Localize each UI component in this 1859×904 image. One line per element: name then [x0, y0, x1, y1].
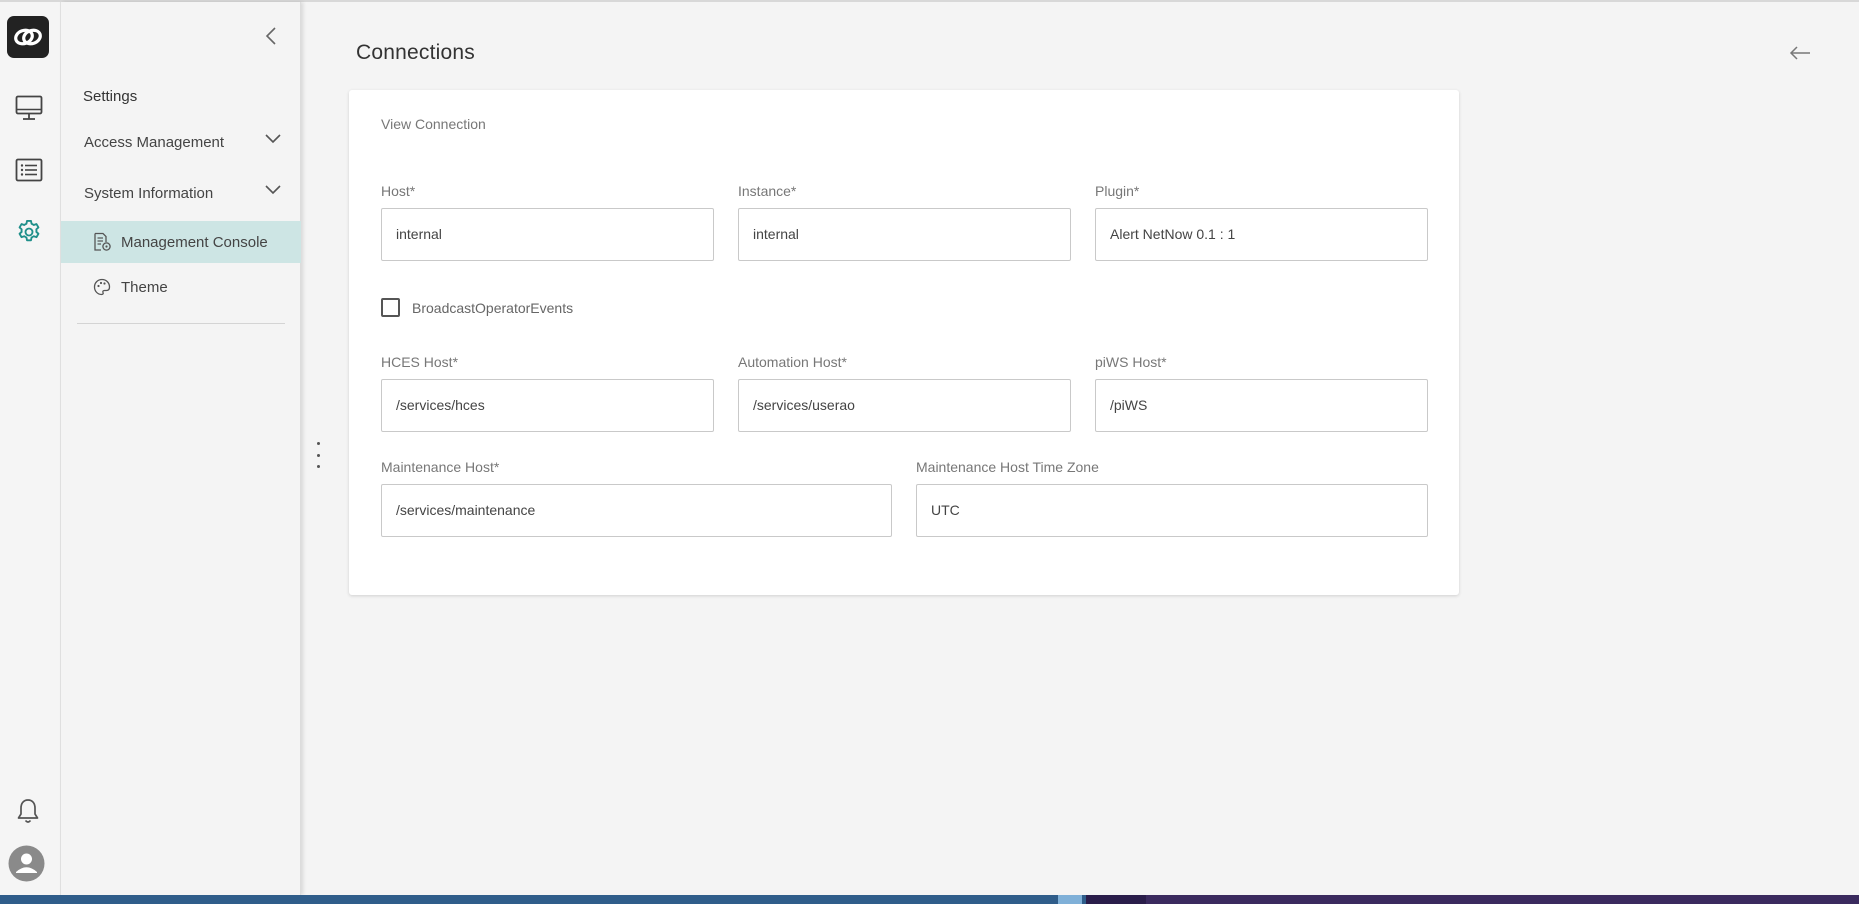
settings-panel: Settings Access Management System Inform…	[61, 2, 301, 895]
collapse-panel-button[interactable]	[259, 22, 283, 50]
bell-icon	[17, 799, 39, 823]
card-title: View Connection	[381, 116, 486, 132]
arrow-left-icon	[1789, 46, 1810, 60]
page-title: Connections	[356, 41, 475, 64]
list-icon	[15, 158, 43, 182]
broadcast-operator-events-toggle[interactable]: BroadcastOperatorEvents	[381, 298, 573, 317]
view-connection-card: View Connection Host* internal Instance*…	[349, 90, 1459, 595]
piws-host-label: piWS Host*	[1095, 354, 1167, 370]
taskbar-strip	[0, 895, 1859, 904]
taskbar-segment	[1086, 895, 1146, 904]
host-label: Host*	[381, 183, 416, 199]
back-button[interactable]	[1786, 40, 1814, 66]
plugin-input[interactable]: Alert NetNow 0.1 : 1	[1095, 208, 1428, 261]
piws-host-field: piWS Host* /piWS	[1095, 354, 1428, 432]
document-gear-icon	[91, 231, 113, 253]
rail-list-button[interactable]	[12, 153, 46, 187]
automation-host-input[interactable]: /services/userao	[738, 379, 1071, 432]
panel-title: Settings	[83, 88, 138, 105]
rail-notifications-button[interactable]	[11, 794, 45, 828]
host-field: Host* internal	[381, 183, 714, 261]
hces-host-label: HCES Host*	[381, 354, 459, 370]
chevron-down-icon	[265, 185, 281, 195]
automation-host-label: Automation Host*	[738, 354, 847, 370]
chevron-left-icon	[265, 27, 276, 45]
nav-group-label: System Information	[84, 184, 214, 202]
maintenance-host-input[interactable]: /services/maintenance	[381, 484, 892, 537]
broadcast-operator-events-checkbox[interactable]	[381, 298, 400, 317]
rail-settings-button[interactable]	[12, 215, 46, 249]
automation-host-field: Automation Host* /services/userao	[738, 354, 1071, 432]
maintenance-timezone-field: Maintenance Host Time Zone UTC	[916, 459, 1428, 537]
taskbar-segment	[1146, 895, 1859, 904]
nav-item-label: Theme	[121, 278, 168, 296]
app-window: Settings Access Management System Inform…	[0, 0, 1859, 904]
taskbar-segment	[1058, 895, 1082, 904]
nav-item-theme[interactable]: Theme	[61, 266, 301, 308]
hces-host-field: HCES Host* /services/hces	[381, 354, 714, 432]
host-input[interactable]: internal	[381, 208, 714, 261]
instance-field: Instance* internal	[738, 183, 1071, 261]
panel-resize-handle[interactable]	[312, 442, 324, 468]
nav-group-access-management[interactable]: Access Management	[61, 121, 301, 163]
logo-icon	[14, 28, 42, 46]
nav-item-label: Management Console	[121, 233, 268, 251]
gear-icon	[18, 219, 40, 242]
plugin-label: Plugin*	[1095, 183, 1140, 199]
plugin-field: Plugin* Alert NetNow 0.1 : 1	[1095, 183, 1428, 261]
maintenance-timezone-label: Maintenance Host Time Zone	[916, 459, 1099, 475]
panel-divider	[77, 323, 285, 324]
rail-user-button[interactable]	[8, 845, 45, 882]
hces-host-input[interactable]: /services/hces	[381, 379, 714, 432]
palette-icon	[91, 276, 113, 298]
maintenance-host-label: Maintenance Host*	[381, 459, 500, 475]
app-logo[interactable]	[7, 16, 49, 58]
maintenance-host-field: Maintenance Host* /services/maintenance	[381, 459, 892, 537]
chevron-down-icon	[265, 134, 281, 144]
icon-rail	[0, 2, 61, 895]
nav-group-system-information[interactable]: System Information	[61, 172, 301, 214]
nav-group-label: Access Management	[84, 133, 225, 151]
piws-host-input[interactable]: /piWS	[1095, 379, 1428, 432]
instance-label: Instance*	[738, 183, 797, 199]
checkbox-label: BroadcastOperatorEvents	[412, 299, 574, 316]
user-avatar-icon	[8, 845, 45, 882]
rail-monitor-button[interactable]	[12, 91, 46, 125]
instance-input[interactable]: internal	[738, 208, 1071, 261]
monitor-icon	[15, 95, 43, 120]
maintenance-timezone-input[interactable]: UTC	[916, 484, 1428, 537]
nav-item-management-console[interactable]: Management Console	[61, 221, 301, 263]
